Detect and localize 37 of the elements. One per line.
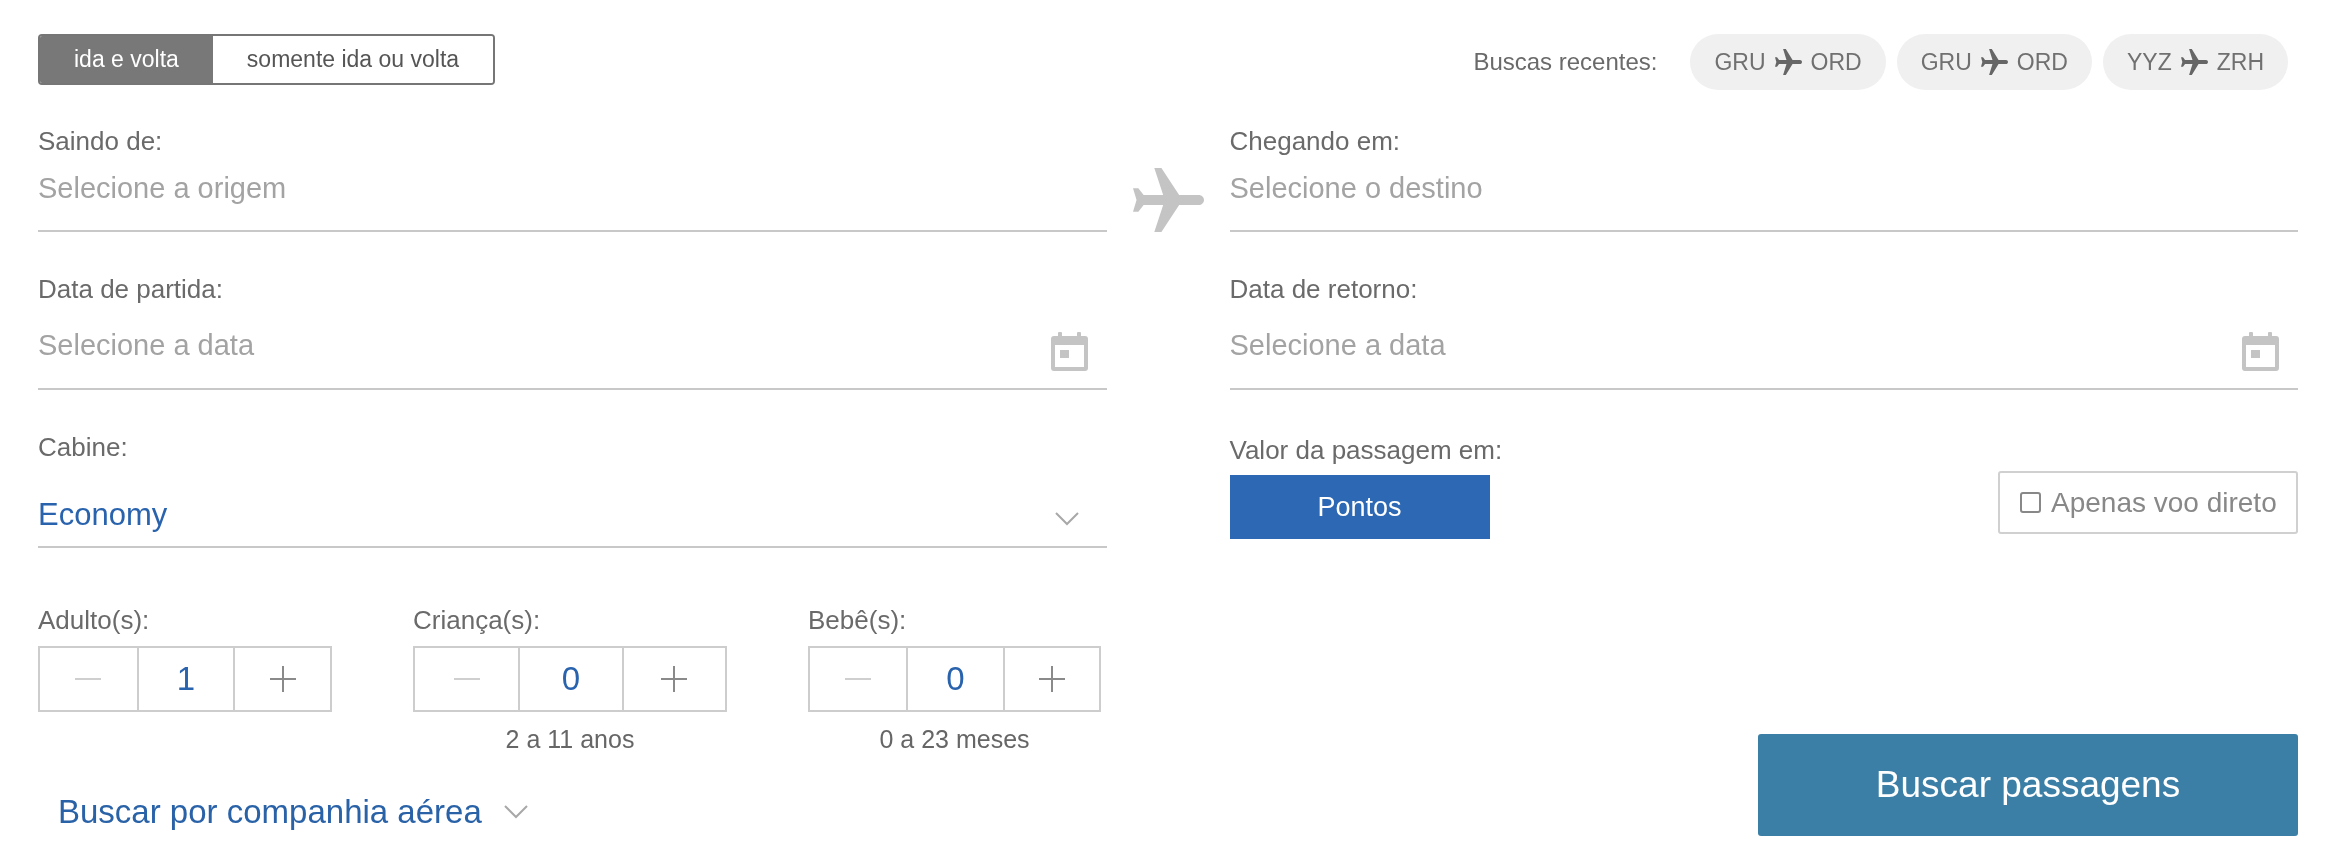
plane-icon <box>2180 49 2208 75</box>
field-label: Data de retorno: <box>1229 274 1419 304</box>
checkbox-icon[interactable] <box>2020 492 2041 513</box>
trip-type-tab[interactable]: ida e volta <box>40 36 213 83</box>
field-label: Saindo de: <box>38 126 164 156</box>
plus-icon <box>1038 666 1065 692</box>
minus-icon <box>845 678 872 680</box>
passenger-label: Criança(s): <box>413 605 542 635</box>
field-label: Valor da passagem em: <box>1229 435 1504 465</box>
search-flights-button[interactable]: Buscar passagens <box>1758 734 2298 836</box>
calendar-icon[interactable] <box>2242 332 2279 371</box>
age-range-note: 0 a 23 meses <box>879 724 1030 754</box>
chevron-down-icon <box>1054 512 1079 526</box>
age-range-note: 2 a 11 anos <box>505 724 635 754</box>
direct-flight-checkbox[interactable]: Apenas voo direto <box>1998 471 2298 534</box>
recent-searches-label: Buscas recentes: <box>1473 48 1658 76</box>
airline-search-link[interactable]: Buscar por companhia aérea <box>58 792 528 832</box>
recent-search-chip[interactable]: GRU ORD <box>1896 34 2092 90</box>
plane-icon <box>1132 168 1204 232</box>
field-label: Chegando em: <box>1229 126 1402 156</box>
fare-option-button[interactable]: Pontos <box>1229 475 1490 539</box>
cabin-select[interactable]: Economy <box>38 462 1107 548</box>
minus-icon <box>75 678 102 680</box>
passenger-label: Bebê(s): <box>808 605 908 635</box>
field-label: Cabine: <box>38 432 129 462</box>
recent-search-chip[interactable]: YYZ ZRH <box>2103 34 2288 90</box>
airport-field[interactable]: Selecione a origem <box>38 156 1107 232</box>
recent-search-chip[interactable]: GRU ORD <box>1690 34 1886 90</box>
plane-icon <box>1774 49 1802 75</box>
airport-field[interactable]: Selecione o destino <box>1229 156 2298 232</box>
plus-icon <box>661 666 688 692</box>
field-label: Data de partida: <box>38 274 224 304</box>
plus-icon <box>269 666 296 692</box>
minus-icon <box>453 678 480 680</box>
passenger-label: Adulto(s): <box>38 605 151 635</box>
plane-icon <box>1980 49 2008 75</box>
calendar-icon[interactable] <box>1050 332 1088 371</box>
